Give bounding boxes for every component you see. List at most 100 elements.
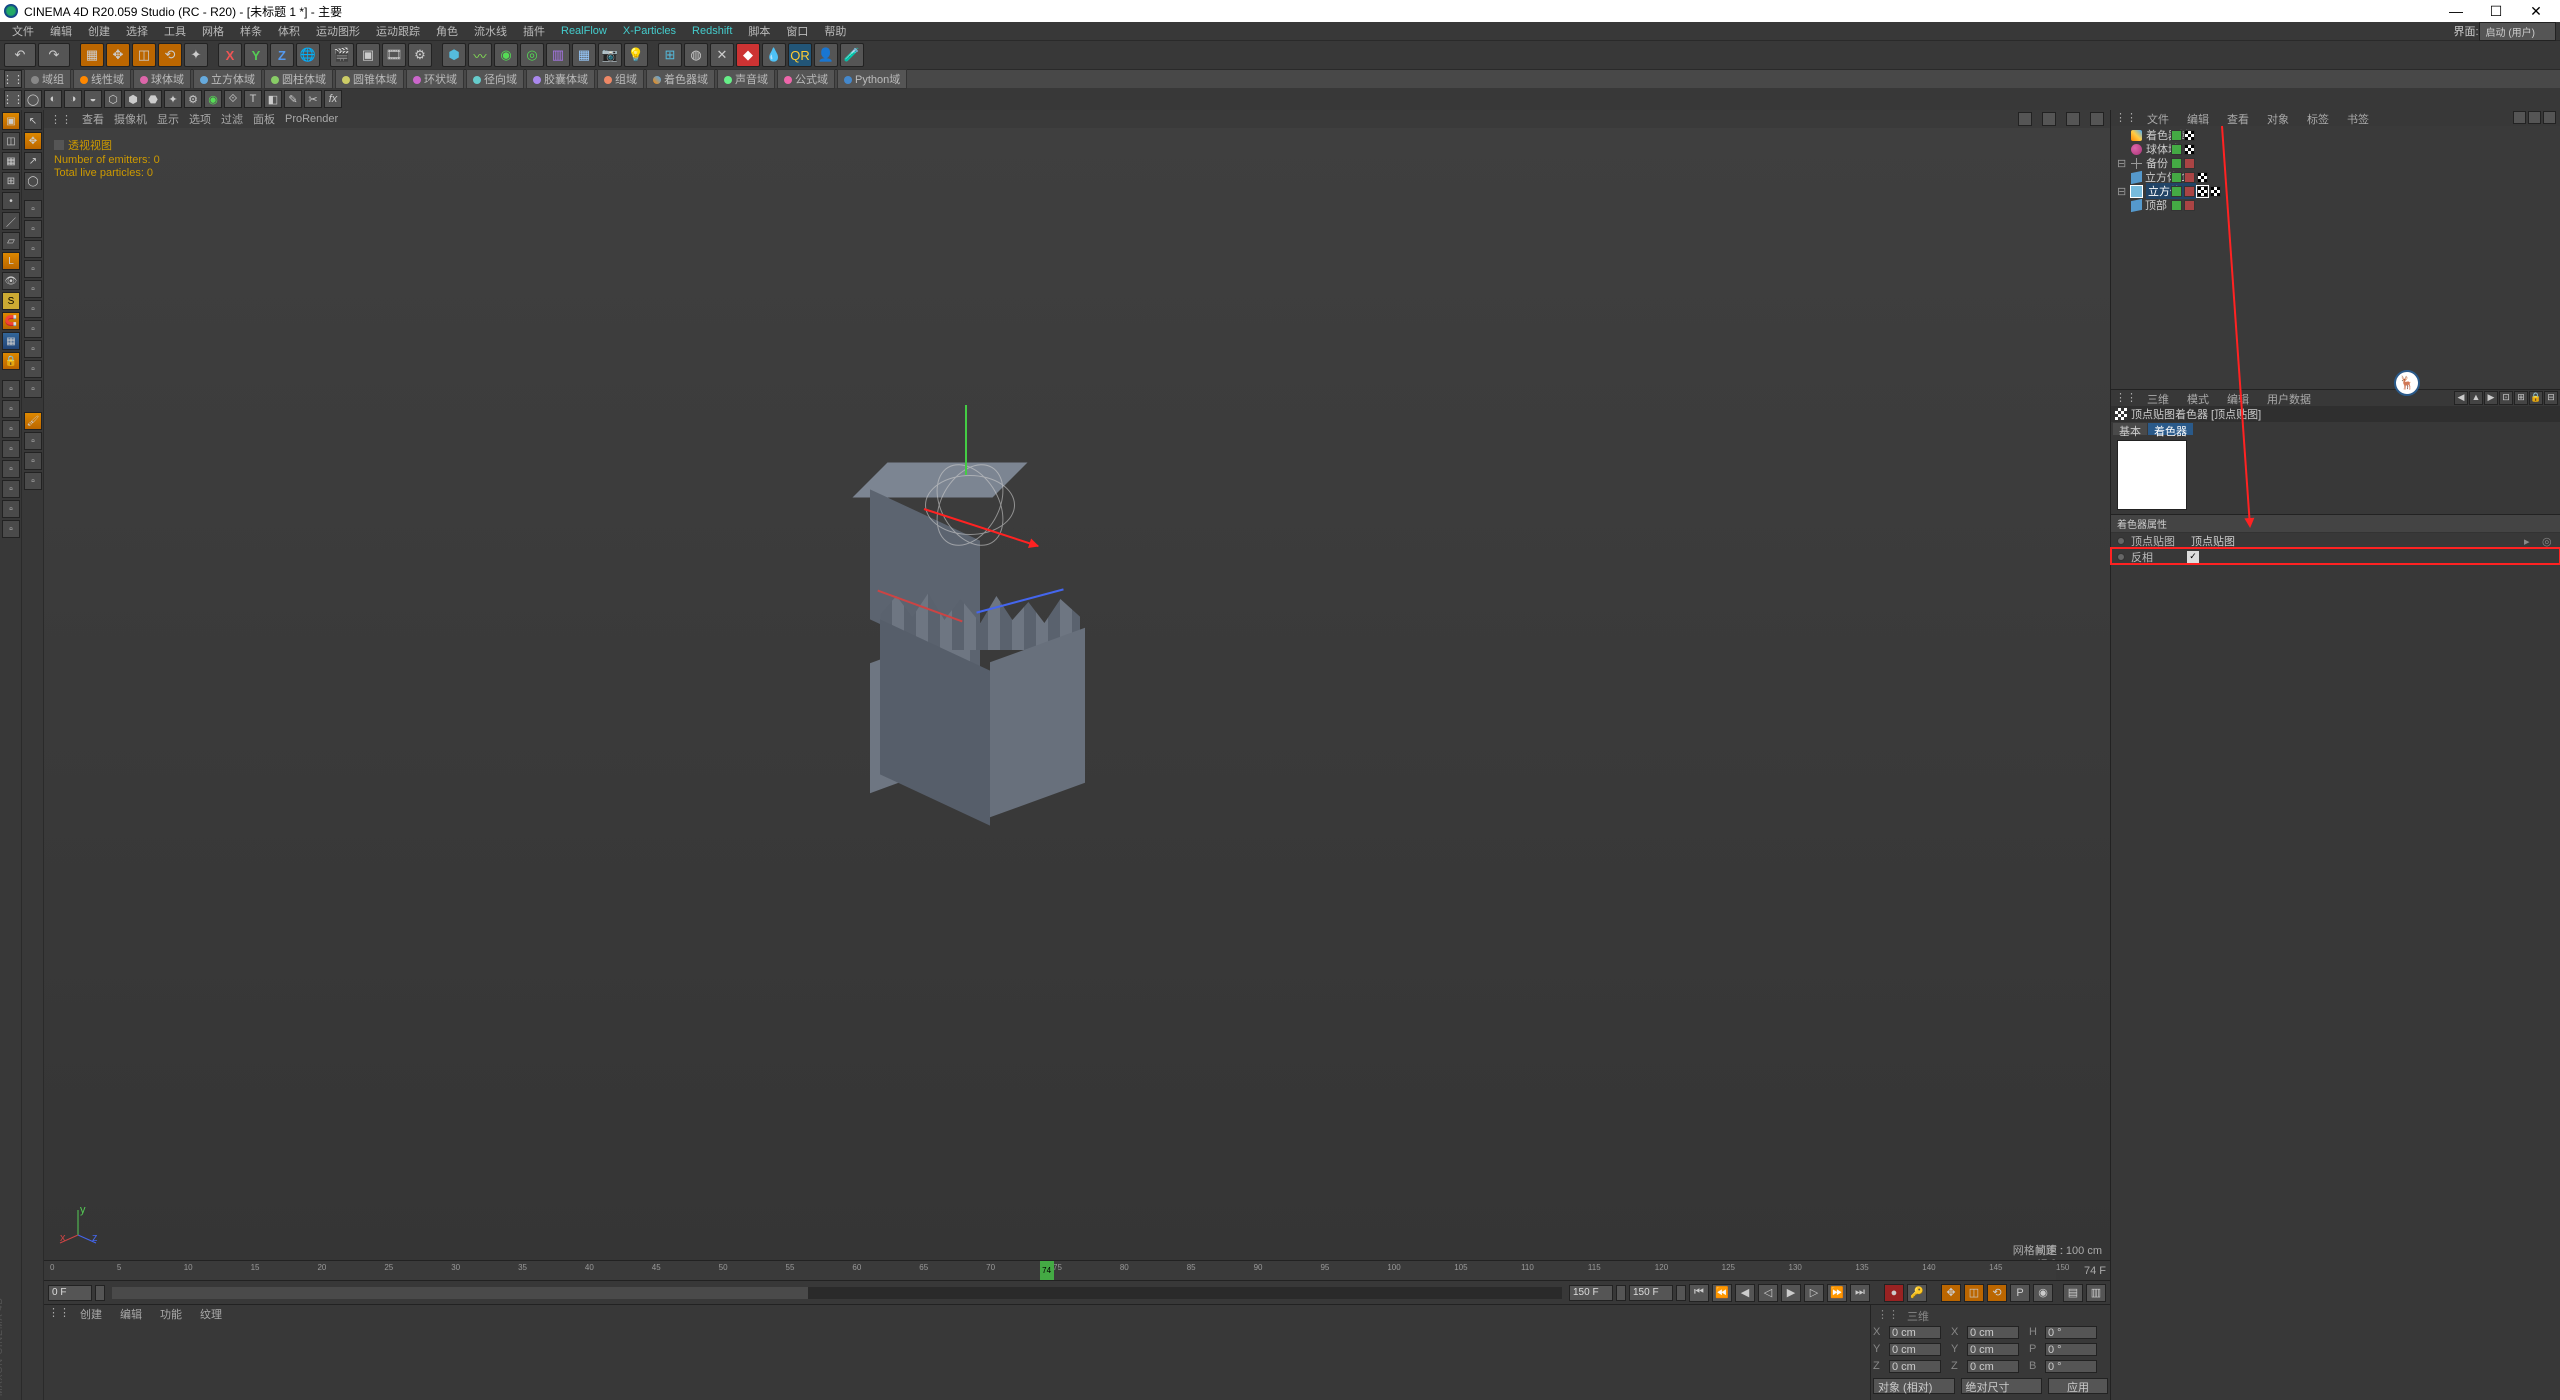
render-view-button[interactable]: 🎬 bbox=[330, 43, 354, 67]
model-mode-button[interactable]: ◫ bbox=[2, 132, 20, 150]
snap-toggle-button[interactable]: 🧲 bbox=[2, 312, 20, 330]
menu-file[interactable]: 文件 bbox=[4, 23, 42, 39]
tl-e[interactable]: ▫ bbox=[24, 280, 42, 298]
am-subtab-basic[interactable]: 基本 bbox=[2113, 423, 2147, 435]
object-tree[interactable]: 着色器域球体域⊟备份立方体.1⊟立方体顶部 bbox=[2111, 126, 2560, 389]
tl-j[interactable]: ▫ bbox=[24, 380, 42, 398]
vbtn-d[interactable]: ▫ bbox=[2, 440, 20, 458]
sec-btn-11[interactable]: ⟐ bbox=[224, 90, 242, 108]
tag-r-icon[interactable] bbox=[2184, 172, 2195, 183]
tl-c[interactable]: ▫ bbox=[24, 240, 42, 258]
om-tab-object[interactable]: 对象 bbox=[2259, 111, 2297, 125]
key-rot-button[interactable]: ⟲ bbox=[1987, 1284, 2007, 1302]
vp-menu-options[interactable]: 选项 bbox=[189, 111, 211, 127]
field-cylinder[interactable]: 圆柱体域 bbox=[264, 69, 333, 89]
point-mode-button[interactable]: • bbox=[2, 192, 20, 210]
vp-menu-filter[interactable]: 过滤 bbox=[221, 111, 243, 127]
add-cube-button[interactable]: ⬢ bbox=[442, 43, 466, 67]
tl-f[interactable]: ▫ bbox=[24, 300, 42, 318]
vp-nav-icon-2[interactable] bbox=[2042, 112, 2056, 126]
menu-pipeline[interactable]: 流水线 bbox=[466, 23, 515, 39]
size-z-input[interactable]: 0 cm bbox=[1967, 1360, 2019, 1373]
om-filter-icon[interactable] bbox=[2528, 111, 2541, 124]
workplane2-button[interactable]: ▦ bbox=[2, 332, 20, 350]
mat-handle-icon[interactable]: ⋮⋮ bbox=[48, 1306, 70, 1320]
timeline-ruler[interactable]: 0510152025303540455055606570758085909510… bbox=[44, 1260, 2110, 1280]
record-button[interactable]: ● bbox=[1884, 1284, 1904, 1302]
tl-k[interactable]: ▫ bbox=[24, 432, 42, 450]
tag-r-icon[interactable] bbox=[2184, 158, 2195, 169]
vp-menu-camera[interactable]: 摄像机 bbox=[114, 111, 147, 127]
field-shader[interactable]: 着色器域 bbox=[646, 69, 715, 89]
lasso-tool-button[interactable]: ◯ bbox=[24, 172, 42, 190]
sec-btn-1[interactable]: ◯ bbox=[24, 90, 42, 108]
field-sphere[interactable]: 球体域 bbox=[133, 69, 191, 89]
maximize-button[interactable]: ☐ bbox=[2476, 3, 2516, 20]
close-button[interactable]: ✕ bbox=[2516, 3, 2556, 20]
key-scale-button[interactable]: ◫ bbox=[1964, 1284, 1984, 1302]
field-formula[interactable]: 公式域 bbox=[777, 69, 835, 89]
move-tool-button[interactable]: ✥ bbox=[24, 132, 42, 150]
add-light-button[interactable]: 💡 bbox=[624, 43, 648, 67]
frame-end-input[interactable] bbox=[1629, 1285, 1673, 1301]
menu-create[interactable]: 创建 bbox=[80, 23, 118, 39]
coord-system-button[interactable]: 🌐 bbox=[296, 43, 320, 67]
menu-realflow[interactable]: RealFlow bbox=[553, 25, 615, 37]
add-spline-button[interactable]: 〰 bbox=[468, 43, 492, 67]
viewport-3d[interactable]: 透视视图 Number of emitters: 0 Total live pa… bbox=[44, 128, 2110, 1260]
cursor-tool-button[interactable]: ↗ bbox=[24, 152, 42, 170]
key-pos-button[interactable]: ✥ bbox=[1941, 1284, 1961, 1302]
edge-mode-button[interactable]: ／ bbox=[2, 212, 20, 230]
sec-btn-2[interactable]: ◐ bbox=[44, 90, 62, 108]
menu-select[interactable]: 选择 bbox=[118, 23, 156, 39]
object-row[interactable]: ⊟备份 bbox=[2117, 156, 2554, 170]
playbar-opt2-button[interactable]: ▥ bbox=[2086, 1284, 2106, 1302]
tl-b[interactable]: ▫ bbox=[24, 220, 42, 238]
add-generator-button[interactable]: ◎ bbox=[520, 43, 544, 67]
undo-button[interactable]: ↶ bbox=[4, 43, 36, 67]
tl-i[interactable]: ▫ bbox=[24, 360, 42, 378]
frame-start-input[interactable] bbox=[48, 1285, 92, 1301]
am-tab-mode[interactable]: 模式 bbox=[2179, 391, 2217, 405]
tag-chk-icon[interactable] bbox=[2210, 186, 2221, 197]
om-search-icon[interactable] bbox=[2513, 111, 2526, 124]
xp-button[interactable]: ✕ bbox=[710, 43, 734, 67]
param-dot-icon[interactable] bbox=[2117, 553, 2125, 561]
qr-button[interactable]: QR bbox=[788, 43, 812, 67]
add-nurbs-button[interactable]: ◉ bbox=[494, 43, 518, 67]
axis-y-button[interactable]: Y bbox=[244, 43, 268, 67]
field-cube[interactable]: 立方体域 bbox=[193, 69, 262, 89]
brush-tool-button[interactable]: 🖌 bbox=[24, 412, 42, 430]
layout-dropdown[interactable]: 启动 (用户) bbox=[2479, 22, 2556, 41]
am-tab-edit[interactable]: 编辑 bbox=[2219, 391, 2257, 405]
lastused-button[interactable]: ✦ bbox=[184, 43, 208, 67]
coord-handle-icon[interactable]: ⋮⋮ bbox=[1877, 1308, 1899, 1322]
prev-frame-button[interactable]: ◀ bbox=[1735, 1284, 1755, 1302]
timeline-playhead[interactable]: 74 bbox=[1040, 1261, 1054, 1280]
tag-r-icon[interactable] bbox=[2184, 200, 2195, 211]
shader-preview[interactable] bbox=[2117, 440, 2187, 510]
mograph-button[interactable]: ⊞ bbox=[658, 43, 682, 67]
sec-handle-icon[interactable]: ⋮⋮ bbox=[4, 90, 22, 108]
misc2-button[interactable]: 🧪 bbox=[840, 43, 864, 67]
vbtn-h[interactable]: ▫ bbox=[2, 520, 20, 538]
tag-g-icon[interactable] bbox=[2171, 130, 2182, 141]
poly-mode-button[interactable]: ▱ bbox=[2, 232, 20, 250]
key-param-button[interactable]: P bbox=[2010, 1284, 2030, 1302]
spinner-icon[interactable] bbox=[1616, 1285, 1626, 1301]
texture-mode-button[interactable]: ▦ bbox=[2, 152, 20, 170]
rs-button[interactable]: ◆ bbox=[736, 43, 760, 67]
add-camera-button[interactable]: 📷 bbox=[598, 43, 622, 67]
menu-help[interactable]: 帮助 bbox=[816, 23, 854, 39]
tag-g-icon[interactable] bbox=[2171, 172, 2182, 183]
pos-z-input[interactable]: 0 cm bbox=[1889, 1360, 1941, 1373]
goto-nextkey-button[interactable]: ⏩ bbox=[1827, 1284, 1847, 1302]
am-nav-a-button[interactable]: ⊡ bbox=[2499, 391, 2513, 405]
am-handle-icon[interactable]: ⋮⋮ bbox=[2115, 391, 2137, 405]
minimize-button[interactable]: — bbox=[2436, 3, 2476, 19]
workplane-button[interactable]: ⊞ bbox=[2, 172, 20, 190]
vp-nav-icon-1[interactable] bbox=[2018, 112, 2032, 126]
field-torus[interactable]: 环状域 bbox=[406, 69, 464, 89]
live-select-button[interactable]: ▦ bbox=[80, 43, 104, 67]
sec-btn-12[interactable]: T bbox=[244, 90, 262, 108]
